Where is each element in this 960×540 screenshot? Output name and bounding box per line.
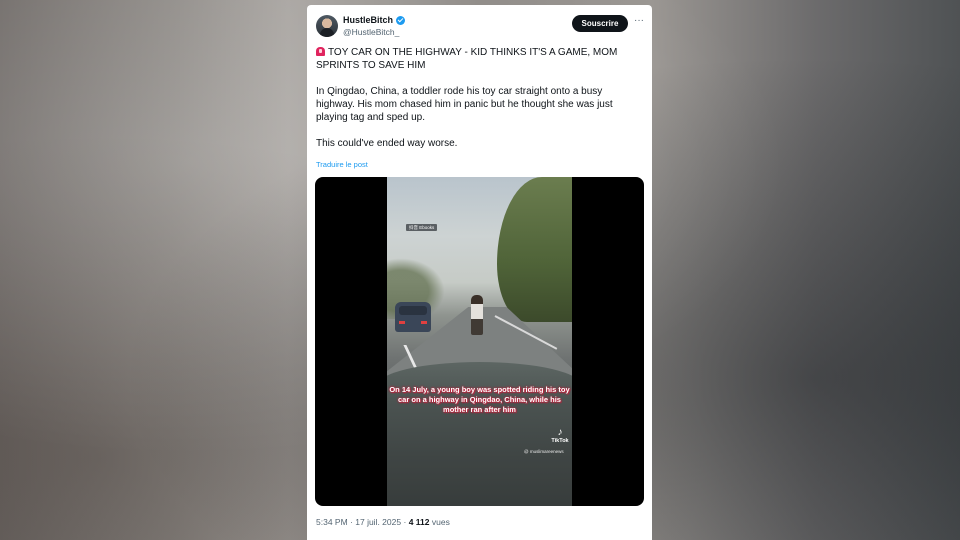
tiktok-logo: ♪ TikTok: [549, 427, 571, 444]
verified-badge-icon: [396, 15, 406, 25]
video-dashboard: [387, 362, 572, 506]
post-date[interactable]: 17 juil. 2025: [355, 517, 401, 527]
translate-link[interactable]: Traduire le post: [316, 160, 368, 169]
author-name-text[interactable]: HustleBitch: [343, 15, 393, 25]
more-options-icon[interactable]: ···: [634, 15, 644, 26]
meta-separator: ·: [350, 517, 353, 527]
video-frame[interactable]: 抖音 Ebooks On 14 July, a young boy was sp…: [387, 177, 572, 506]
tiktok-label: TikTok: [551, 438, 569, 444]
post-text: TOY CAR ON THE HIGHWAY - KID THINKS IT'S…: [316, 46, 641, 163]
video-car: [395, 302, 431, 332]
meta-separator: ·: [403, 517, 407, 527]
post-card: HustleBitch @HustleBitch_ Souscrire ··· …: [307, 5, 652, 540]
post-time[interactable]: 5:34 PM: [316, 517, 348, 527]
views-label: vues: [431, 517, 450, 527]
views-count: 4 112: [408, 517, 430, 527]
video-watermark-tag: 抖音 Ebooks: [406, 224, 438, 231]
post-closing: This could've ended way worse.: [316, 138, 458, 149]
video-running-person: [471, 295, 483, 335]
video-trees-right: [497, 177, 572, 322]
post-headline-text: TOY CAR ON THE HIGHWAY - KID THINKS IT'S…: [316, 47, 618, 71]
author-name[interactable]: HustleBitch: [343, 15, 406, 25]
post-meta: 5:34 PM · 17 juil. 2025 · 4 112 vues: [316, 517, 450, 527]
avatar[interactable]: [316, 15, 338, 37]
post-headline: TOY CAR ON THE HIGHWAY - KID THINKS IT'S…: [316, 46, 641, 72]
subscribe-button[interactable]: Souscrire: [572, 15, 628, 32]
rotating-light-icon: [316, 47, 325, 56]
post-body: In Qingdao, China, a toddler rode his to…: [316, 86, 613, 123]
video-player[interactable]: 抖音 Ebooks On 14 July, a young boy was sp…: [315, 177, 644, 506]
author-handle[interactable]: @HustleBitch_: [343, 27, 399, 37]
tiktok-logo-icon: ♪: [557, 427, 563, 438]
tiktok-username: @ muslimareenews: [524, 449, 564, 454]
video-caption: On 14 July, a young boy was spotted ridi…: [389, 385, 570, 414]
